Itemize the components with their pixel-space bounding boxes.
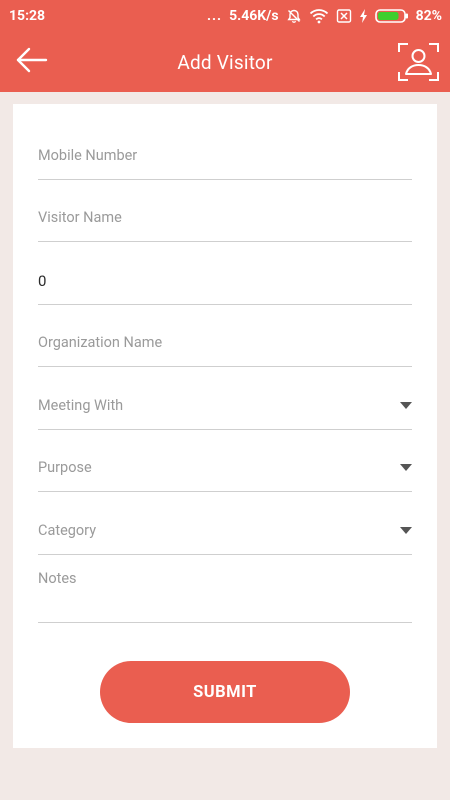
- app-bar: Add Visitor: [0, 32, 450, 92]
- submit-button[interactable]: SUBMIT: [100, 661, 350, 723]
- dropdown-arrow-icon: [400, 527, 412, 534]
- meeting-with-dropdown[interactable]: Meeting With: [38, 387, 412, 430]
- category-dropdown[interactable]: Category: [38, 512, 412, 555]
- dropdown-arrow-icon: [400, 464, 412, 471]
- battery-icon: [374, 8, 409, 24]
- mobile-number-field[interactable]: Mobile Number: [38, 138, 412, 180]
- purpose-dropdown[interactable]: Purpose: [38, 450, 412, 492]
- status-icons: ... 5.46K/s 82%: [207, 8, 442, 24]
- face-scan-icon: [397, 43, 440, 87]
- category-placeholder: Category: [38, 522, 97, 539]
- status-time: 15:28: [9, 8, 46, 24]
- battery-percent: 82%: [415, 8, 442, 24]
- organization-name-placeholder: Organization Name: [38, 334, 163, 351]
- page-title: Add Visitor: [177, 50, 273, 74]
- charging-bolt-icon: [359, 9, 368, 23]
- battery-fill: [377, 12, 399, 20]
- visitor-form: Mobile Number Visitor Name 0 Organizatio…: [13, 104, 437, 748]
- status-bar: 15:28 ... 5.46K/s 82%: [0, 0, 450, 32]
- purpose-placeholder: Purpose: [38, 459, 92, 476]
- notes-field[interactable]: Notes: [38, 566, 412, 623]
- meeting-with-placeholder: Meeting With: [38, 397, 124, 414]
- dropdown-arrow-icon: [400, 402, 412, 409]
- notes-placeholder: Notes: [38, 570, 77, 587]
- wifi-icon: [309, 8, 329, 24]
- scan-visitor-button[interactable]: [397, 41, 440, 83]
- visitor-count-field[interactable]: 0: [38, 262, 412, 305]
- visitor-name-field[interactable]: Visitor Name: [38, 200, 412, 242]
- status-dots: ...: [206, 8, 223, 24]
- visitor-name-placeholder: Visitor Name: [38, 209, 122, 226]
- network-speed: 5.46K/s: [229, 8, 279, 24]
- mobile-number-placeholder: Mobile Number: [38, 147, 138, 164]
- organization-name-field[interactable]: Organization Name: [38, 325, 412, 367]
- no-sim-icon: [336, 8, 352, 24]
- mute-bell-icon: [286, 8, 302, 24]
- visitor-count-value: 0: [38, 272, 47, 290]
